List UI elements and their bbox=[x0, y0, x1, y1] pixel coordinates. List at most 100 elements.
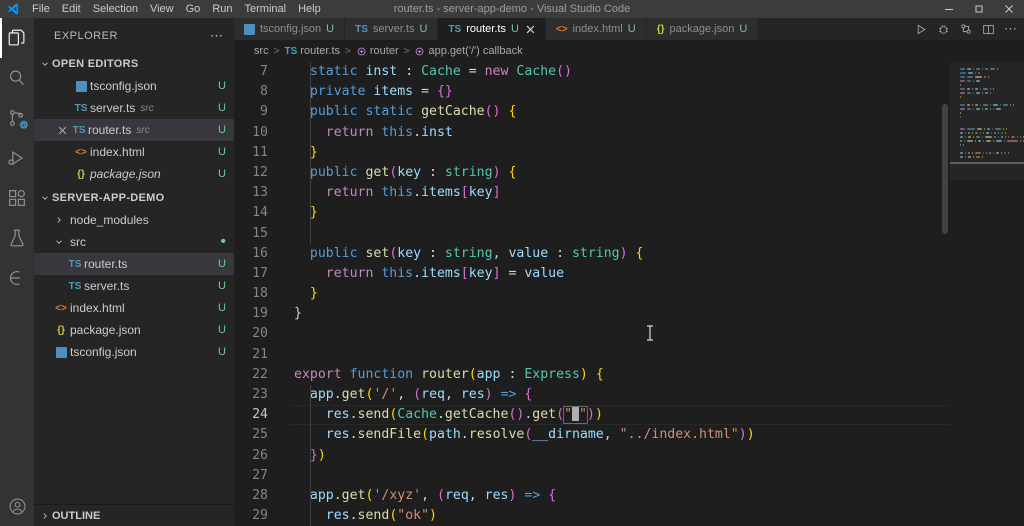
tree-item-src[interactable]: src • bbox=[34, 231, 234, 253]
code-text[interactable]: res.send(Cache.getCache().get(" ")) bbox=[290, 405, 603, 425]
code-line[interactable]: 24 res.send(Cache.getCache().get(" ")) bbox=[234, 405, 950, 426]
menu-terminal[interactable]: Terminal bbox=[239, 0, 293, 18]
menu-view[interactable]: View bbox=[144, 0, 180, 18]
close-icon[interactable] bbox=[526, 25, 535, 34]
code-line[interactable]: 14 } bbox=[234, 203, 950, 223]
code-text[interactable]: } bbox=[290, 143, 318, 163]
play-icon[interactable] bbox=[915, 23, 928, 36]
tree-item-node-modules[interactable]: node_modules bbox=[34, 209, 234, 231]
code-text[interactable] bbox=[290, 224, 294, 244]
open-editor-package-json[interactable]: {} package.json U bbox=[34, 163, 234, 185]
code-line[interactable]: 11 } bbox=[234, 143, 950, 163]
activity-item-source-control[interactable] bbox=[0, 98, 34, 138]
minimap[interactable] bbox=[950, 62, 1024, 526]
menu-go[interactable]: Go bbox=[180, 0, 207, 18]
breadcrumb-item-callback-symbol[interactable]: app.get('/') callback bbox=[414, 45, 523, 57]
close-button[interactable] bbox=[994, 0, 1024, 18]
code-line[interactable]: 19} bbox=[234, 304, 950, 324]
activity-item-accounts[interactable] bbox=[0, 486, 34, 526]
tab-package-json[interactable]: {} package.json U bbox=[646, 18, 759, 40]
activity-item-testing[interactable] bbox=[0, 218, 34, 258]
debug-alt-icon[interactable] bbox=[937, 23, 950, 36]
tab-server-ts[interactable]: TS server.ts U bbox=[345, 18, 439, 40]
code-line[interactable]: 22 export function router(app : Express) … bbox=[234, 365, 950, 385]
section-outline[interactable]: OUTLINE bbox=[34, 504, 234, 526]
code-line[interactable]: 27 bbox=[234, 466, 950, 486]
code-text[interactable] bbox=[290, 345, 294, 365]
maximize-button[interactable] bbox=[964, 0, 994, 18]
code-text[interactable]: app.get('/', (req, res) => { bbox=[290, 385, 532, 405]
tree-item-tsconfig-json[interactable]: tsconfig.json U bbox=[34, 341, 234, 363]
code-line[interactable]: 28 app.get('/xyz', (req, res) => { bbox=[234, 486, 950, 506]
code-text[interactable]: } bbox=[290, 304, 302, 324]
code-text[interactable]: export function router(app : Express) { bbox=[290, 365, 604, 385]
split-editor-icon[interactable] bbox=[982, 23, 995, 36]
code-line[interactable]: 25 res.sendFile(path.resolve(__dirname, … bbox=[234, 425, 950, 445]
code-text[interactable]: return this.inst bbox=[290, 123, 453, 143]
editor-code-region[interactable]: 7 static inst : Cache = new Cache() 8 pri… bbox=[234, 62, 1024, 526]
menu-selection[interactable]: Selection bbox=[87, 0, 144, 18]
tab-tsconfig-json[interactable]: tsconfig.json U bbox=[234, 18, 346, 40]
code-line[interactable]: 17 return this.items[key] = value bbox=[234, 264, 950, 284]
code-line[interactable]: 21 bbox=[234, 345, 950, 365]
activity-item-run-and-debug[interactable] bbox=[0, 138, 34, 178]
ellipsis-icon[interactable]: ⋯ bbox=[210, 28, 224, 44]
open-editor-router-ts[interactable]: TS router.ts src U bbox=[34, 119, 234, 141]
open-editor-tsconfig-json[interactable]: tsconfig.json U bbox=[34, 75, 234, 97]
section-workspace[interactable]: SERVER-APP-DEMO bbox=[34, 187, 234, 209]
open-editor-index-html[interactable]: <> index.html U bbox=[34, 141, 234, 163]
code-line[interactable]: 18 } bbox=[234, 284, 950, 304]
code-text[interactable]: public set(key : string, value : string)… bbox=[290, 244, 644, 264]
code-line[interactable]: 9 public static getCache() { bbox=[234, 102, 950, 122]
code-text[interactable]: return this.items[key] = value bbox=[290, 264, 564, 284]
menu-edit[interactable]: Edit bbox=[56, 0, 87, 18]
breadcrumb-item-src[interactable]: src bbox=[254, 45, 269, 57]
minimize-button[interactable] bbox=[934, 0, 964, 18]
activity-item-remote-explorer[interactable] bbox=[0, 258, 34, 298]
code-scroll-area[interactable]: 7 static inst : Cache = new Cache() 8 pri… bbox=[234, 62, 950, 526]
open-editor-server-ts[interactable]: TS server.ts src U bbox=[34, 97, 234, 119]
ellipsis-icon[interactable]: ⋯ bbox=[1004, 22, 1018, 35]
code-text[interactable]: } bbox=[290, 284, 318, 304]
code-line[interactable]: 23 app.get('/', (req, res) => { bbox=[234, 385, 950, 405]
activity-item-explorer[interactable] bbox=[0, 18, 34, 58]
code-text[interactable]: } bbox=[290, 203, 318, 223]
code-text[interactable]: private items = {} bbox=[290, 82, 453, 102]
menu-file[interactable]: File bbox=[26, 0, 56, 18]
menu-help[interactable]: Help bbox=[292, 0, 327, 18]
code-line[interactable]: 20 bbox=[234, 324, 950, 344]
tree-item-package-json[interactable]: {} package.json U bbox=[34, 319, 234, 341]
section-open-editors[interactable]: OPEN EDITORS bbox=[34, 53, 234, 75]
code-text[interactable]: app.get('/xyz', (req, res) => { bbox=[290, 486, 556, 506]
code-text[interactable]: static inst : Cache = new Cache() bbox=[290, 62, 572, 82]
code-text[interactable]: }) bbox=[290, 446, 326, 466]
code-text[interactable]: public get(key : string) { bbox=[290, 163, 517, 183]
code-line[interactable]: 10 return this.inst bbox=[234, 123, 950, 143]
menu-bar[interactable]: File Edit Selection View Go Run Terminal… bbox=[26, 0, 327, 18]
tab-router-ts[interactable]: TS router.ts U bbox=[438, 18, 546, 40]
code-text[interactable]: res.send("ok") bbox=[290, 506, 437, 526]
close-icon[interactable] bbox=[54, 126, 70, 135]
code-line[interactable]: 12 public get(key : string) { bbox=[234, 163, 950, 183]
activity-item-search[interactable] bbox=[0, 58, 34, 98]
code-text[interactable]: res.sendFile(path.resolve(__dirname, "..… bbox=[290, 425, 755, 445]
activity-item-extensions[interactable] bbox=[0, 178, 34, 218]
compare-icon[interactable] bbox=[959, 22, 973, 36]
tree-item-server-ts[interactable]: TS server.ts U bbox=[34, 275, 234, 297]
code-text[interactable] bbox=[290, 324, 294, 344]
code-text[interactable]: return this.items[key] bbox=[290, 183, 501, 203]
code-line[interactable]: 8 private items = {} bbox=[234, 82, 950, 102]
code-line[interactable]: 13 return this.items[key] bbox=[234, 183, 950, 203]
code-line[interactable]: 29 res.send("ok") bbox=[234, 506, 950, 526]
window-controls[interactable] bbox=[934, 0, 1024, 18]
tree-item-router-ts[interactable]: TS router.ts U bbox=[34, 253, 234, 275]
code-line[interactable]: 16 public set(key : string, value : stri… bbox=[234, 244, 950, 264]
code-text[interactable]: public static getCache() { bbox=[290, 102, 517, 122]
code-lines[interactable]: 7 static inst : Cache = new Cache() 8 pri… bbox=[234, 62, 950, 526]
menu-run[interactable]: Run bbox=[206, 0, 238, 18]
code-line[interactable]: 26 }) bbox=[234, 446, 950, 466]
code-line[interactable]: 15 bbox=[234, 224, 950, 244]
code-line[interactable]: 7 static inst : Cache = new Cache() bbox=[234, 62, 950, 82]
tree-item-index-html[interactable]: <> index.html U bbox=[34, 297, 234, 319]
breadcrumb-item-router-symbol[interactable]: router bbox=[356, 45, 399, 57]
